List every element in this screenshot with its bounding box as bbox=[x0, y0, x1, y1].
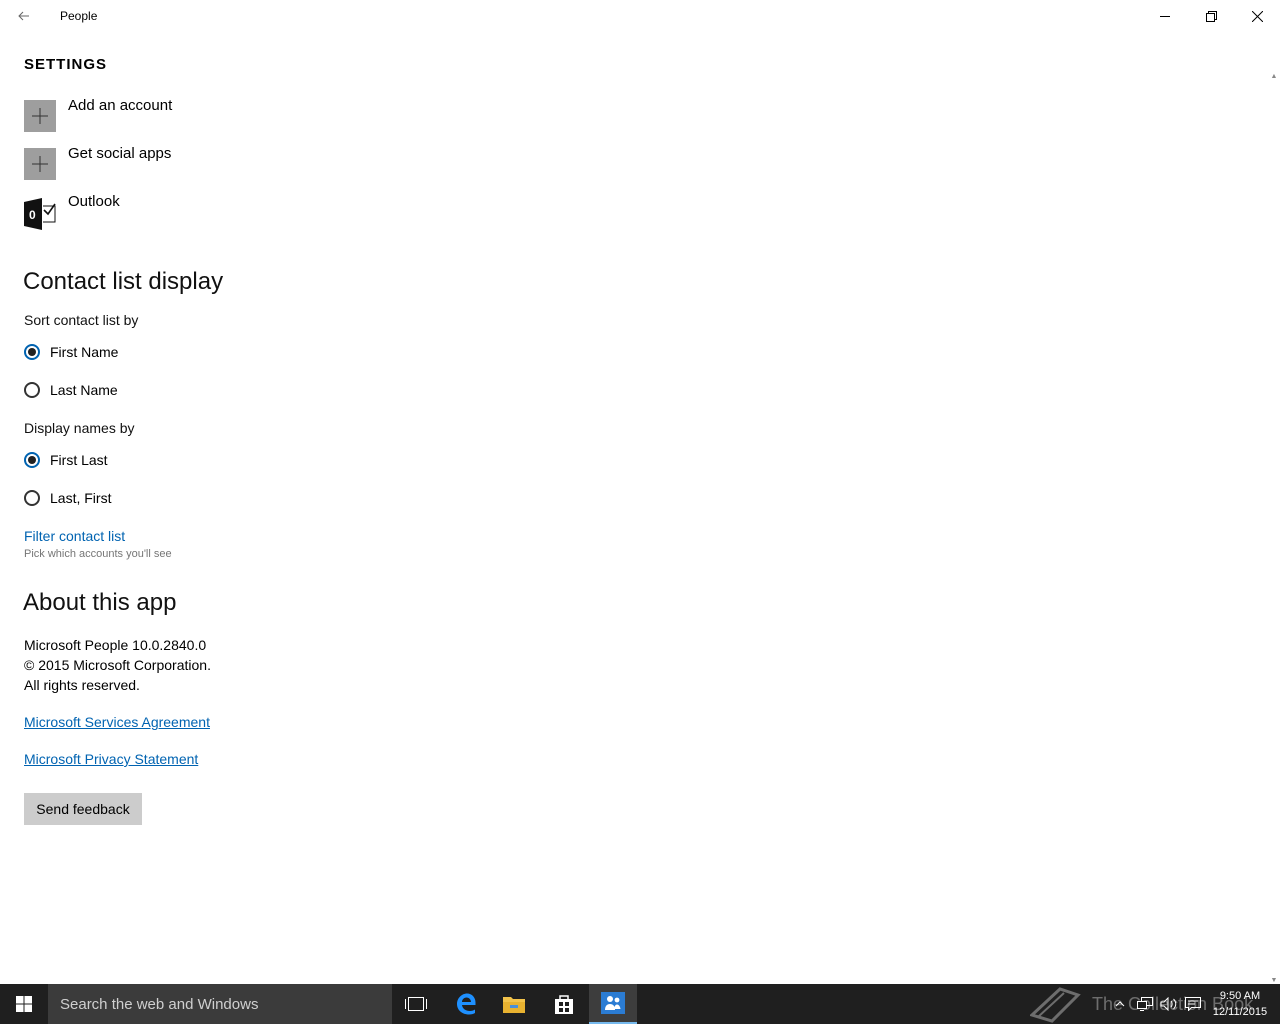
add-account-label: Add an account bbox=[68, 97, 173, 114]
outlook-icon: 0 bbox=[24, 198, 56, 230]
settings-heading: SETTINGS bbox=[24, 56, 108, 73]
plus-icon bbox=[24, 148, 56, 180]
action-center-button[interactable] bbox=[1182, 984, 1204, 1024]
volume-button[interactable] bbox=[1158, 984, 1180, 1024]
restore-icon bbox=[1205, 10, 1217, 22]
radio-first-name-label: First Name bbox=[50, 344, 119, 360]
services-agreement-link[interactable]: Microsoft Services Agreement bbox=[24, 714, 210, 730]
window-title: People bbox=[60, 9, 98, 23]
get-social-apps-button[interactable]: Get social apps bbox=[24, 145, 171, 180]
network-icon bbox=[1137, 997, 1153, 1011]
edge-icon bbox=[457, 993, 476, 1015]
about-rights: All rights reserved. bbox=[24, 677, 140, 693]
clock-time: 9:50 AM bbox=[1219, 990, 1261, 1002]
radio-circle bbox=[24, 382, 40, 398]
show-hidden-icons-button[interactable] bbox=[1110, 984, 1130, 1024]
search-placeholder: Search the web and Windows bbox=[60, 995, 259, 1013]
clock-date: 12/11/2015 bbox=[1212, 1006, 1268, 1018]
radio-circle bbox=[24, 490, 40, 506]
get-social-apps-label: Get social apps bbox=[68, 145, 172, 162]
minimize-icon bbox=[1160, 16, 1170, 17]
about-copyright: © 2015 Microsoft Corporation. bbox=[24, 657, 211, 673]
radio-dot bbox=[28, 348, 36, 356]
book-logo-icon bbox=[1030, 987, 1081, 1023]
task-view-icon bbox=[405, 997, 427, 1011]
back-arrow-icon bbox=[18, 11, 29, 21]
store-icon bbox=[555, 995, 573, 1014]
add-account-button[interactable]: Add an account bbox=[24, 97, 172, 132]
radio-last-name[interactable]: Last Name bbox=[24, 380, 118, 400]
filter-contact-list-link[interactable]: Filter contact list bbox=[24, 528, 125, 544]
send-feedback-button[interactable]: Send feedback bbox=[24, 793, 142, 825]
scrollbar[interactable]: ▲ ▼ bbox=[1268, 72, 1280, 984]
about-version: Microsoft People 10.0.2840.0 bbox=[24, 637, 207, 653]
radio-first-name[interactable]: First Name bbox=[24, 342, 118, 362]
privacy-statement-link[interactable]: Microsoft Privacy Statement bbox=[24, 751, 198, 767]
scroll-down-icon[interactable]: ▼ bbox=[1270, 976, 1278, 984]
restore-button[interactable] bbox=[1188, 0, 1234, 32]
radio-circle bbox=[24, 452, 40, 468]
edge-button[interactable] bbox=[442, 984, 490, 1024]
store-button[interactable] bbox=[540, 984, 588, 1024]
start-button[interactable] bbox=[0, 984, 48, 1024]
radio-first-last-label: First Last bbox=[50, 452, 108, 468]
outlook-label: Outlook bbox=[68, 193, 120, 210]
network-button[interactable] bbox=[1134, 984, 1156, 1024]
radio-last-name-label: Last Name bbox=[50, 382, 118, 398]
radio-last-first[interactable]: Last, First bbox=[24, 488, 111, 508]
people-app-button[interactable] bbox=[589, 984, 637, 1024]
radio-dot bbox=[28, 456, 36, 464]
contact-list-heading: Contact list display bbox=[23, 268, 224, 295]
folder-icon bbox=[503, 997, 525, 1013]
about-heading: About this app bbox=[23, 589, 177, 616]
minimize-button[interactable] bbox=[1142, 0, 1188, 32]
svg-text:0: 0 bbox=[29, 208, 36, 222]
radio-last-first-label: Last, First bbox=[50, 490, 112, 506]
notification-icon bbox=[1185, 997, 1201, 1011]
outlook-account-item[interactable]: 0 Outlook bbox=[24, 193, 120, 230]
title-bar: People bbox=[0, 0, 1280, 32]
radio-first-last[interactable]: First Last bbox=[24, 450, 108, 470]
filter-hint: Pick which accounts you'll see bbox=[24, 548, 172, 560]
plus-icon bbox=[24, 100, 56, 132]
windows-logo-icon bbox=[16, 996, 32, 1012]
scroll-up-icon[interactable]: ▲ bbox=[1270, 72, 1278, 80]
file-explorer-button[interactable] bbox=[490, 984, 538, 1024]
back-button[interactable] bbox=[10, 4, 38, 28]
taskbar-clock[interactable]: 9:50 AM 12/11/2015 bbox=[1206, 988, 1274, 1020]
taskbar: Search the web and Windows The Collectio… bbox=[0, 984, 1280, 1024]
task-view-button[interactable] bbox=[392, 984, 440, 1024]
sort-label: Sort contact list by bbox=[24, 312, 139, 328]
display-label: Display names by bbox=[24, 420, 135, 436]
speaker-icon bbox=[1160, 997, 1177, 1011]
radio-circle bbox=[24, 344, 40, 360]
taskbar-search-box[interactable]: Search the web and Windows bbox=[48, 984, 392, 1024]
close-button[interactable] bbox=[1234, 0, 1280, 32]
chevron-up-icon bbox=[1115, 1001, 1125, 1007]
close-icon bbox=[1251, 10, 1263, 22]
people-icon bbox=[601, 992, 625, 1014]
